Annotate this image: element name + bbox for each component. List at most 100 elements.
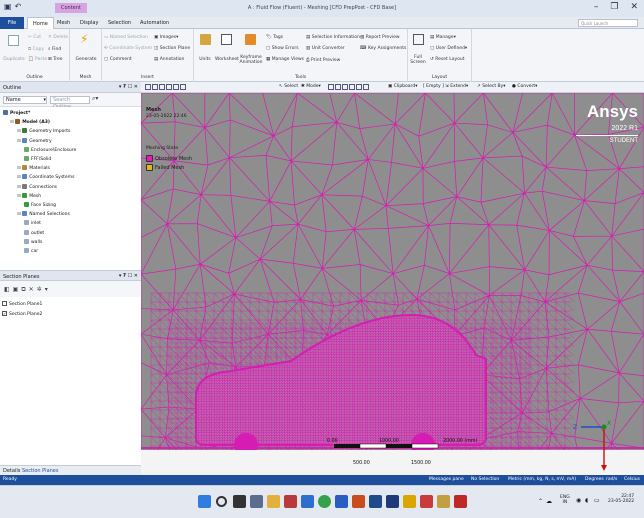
status-units[interactable]: Metric (mm, kg, N, s, mV, mA)	[508, 477, 576, 482]
annotation-button[interactable]: ▤ Annotation	[154, 57, 184, 62]
tab-home[interactable]: Home	[27, 17, 54, 29]
minimize-button[interactable]: –	[594, 2, 599, 12]
tags-button[interactable]: 🏷 Tags	[266, 35, 283, 40]
manage-views-button[interactable]: ▦ Manage Views	[266, 57, 304, 62]
tree-item[interactable]: ⊟ Geometry	[17, 137, 52, 144]
filter-options-icon[interactable]: ⌕▾	[92, 95, 98, 103]
status-messages[interactable]: Messages pane	[429, 477, 464, 482]
section-planes-pin-controls[interactable]: ▾ ₮ ☐ ✕	[119, 273, 138, 279]
delete-section-icon[interactable]: ✕	[29, 286, 34, 294]
cloud-icon[interactable]: ☁	[546, 498, 552, 505]
user-defined-button[interactable]: ▢ User Defined▾	[430, 46, 467, 51]
worksheet-button[interactable]: Worksheet	[214, 57, 240, 62]
volume-icon[interactable]: ◖	[585, 497, 588, 504]
tab-selection[interactable]: Selection	[103, 17, 136, 29]
comment-button[interactable]: ▢ Comment	[104, 57, 132, 62]
tree-item[interactable]: outlet	[24, 229, 44, 236]
select-by-button[interactable]: ↗ Select By▾	[477, 84, 506, 89]
section-plane-item[interactable]: ✓ Section Plane2	[2, 311, 42, 317]
app-icon-red[interactable]	[420, 495, 433, 508]
tree-item[interactable]: FFF\Solid	[24, 156, 51, 162]
start-icon[interactable]	[198, 495, 211, 508]
tree-item[interactable]: ⊟ Geometry Imports	[17, 128, 70, 134]
cut-button[interactable]: ✂ Cut	[28, 35, 41, 40]
node-filter-icon[interactable]	[356, 84, 362, 90]
section-more-icon[interactable]: ▾	[45, 286, 48, 294]
ansys-meshing-icon[interactable]	[403, 495, 416, 508]
face-filter-icon[interactable]	[342, 84, 348, 90]
zoom-box-icon[interactable]	[173, 84, 179, 90]
tray-chevron-icon[interactable]: ⌃	[538, 498, 543, 505]
select-button[interactable]: ↖ Select	[279, 84, 298, 89]
widgets-icon[interactable]	[250, 495, 263, 508]
search-icon[interactable]	[216, 496, 227, 507]
extend-button[interactable]: ⇲ Extend▾	[445, 84, 468, 89]
file-explorer-icon[interactable]	[267, 495, 280, 508]
units-button[interactable]: Units	[194, 57, 216, 62]
copy-section-icon[interactable]: ⧉	[21, 286, 25, 294]
name-filter-select[interactable]: Name ▾	[3, 96, 47, 104]
print-preview-button[interactable]: ⎙ Print Preview	[306, 57, 340, 63]
clipboard-button[interactable]: ▣ Clipboard▾	[388, 84, 417, 89]
acrobat-icon[interactable]	[454, 495, 467, 508]
tree-item[interactable]: Enclosure\Enclosure	[24, 146, 76, 153]
selection-filter-icons[interactable]	[328, 84, 370, 91]
manage-layout-button[interactable]: ▤ Manage▾	[430, 35, 456, 40]
tab-display[interactable]: Display	[75, 17, 103, 29]
pan-icon[interactable]	[166, 84, 172, 90]
paste-button[interactable]: 📋 Paste	[28, 57, 47, 62]
search-outline-input[interactable]: Search Outline	[50, 96, 90, 110]
language-indicator[interactable]: ENG IN	[560, 495, 570, 505]
tab-mesh[interactable]: Mesh	[52, 17, 75, 29]
keyframe-animation-button[interactable]: Keyframe Animation	[239, 55, 263, 65]
delete-button[interactable]: ✕ Delete	[48, 35, 68, 40]
settings-icon[interactable]: ✲	[37, 286, 42, 294]
word-icon[interactable]	[335, 495, 348, 508]
status-degrees[interactable]: Degrees	[585, 477, 604, 482]
mode-button[interactable]: ✱ Mode▾	[301, 84, 321, 89]
coordinate-system-button[interactable]: ✣ Coordinate System	[104, 46, 152, 51]
ansys-workbench-icon[interactable]	[369, 495, 382, 508]
outlook-icon[interactable]	[301, 495, 314, 508]
tree-item[interactable]: ⊟ Materials	[17, 165, 50, 171]
status-celsius[interactable]: Celsius	[624, 477, 640, 482]
element-filter-icon[interactable]	[363, 84, 369, 90]
outline-pin-controls[interactable]: ▾ ₮ ☐ ✕	[119, 84, 138, 90]
fit-icon[interactable]	[180, 84, 186, 90]
mesh-canvas[interactable]: 0.00 1000.00 2000.00 (mm) 500.00 1500.00 Z X	[141, 93, 644, 475]
tree-item[interactable]: Project*	[3, 110, 30, 116]
convert-button[interactable]: ● Convert▾	[512, 84, 537, 89]
named-selection-button[interactable]: ▭ Named Selection	[104, 35, 148, 40]
view-tool-icons[interactable]	[145, 84, 187, 91]
chrome-icon[interactable]	[318, 495, 331, 508]
report-preview-button[interactable]: ▧ Report Preview	[360, 35, 400, 40]
powerpoint-icon[interactable]	[352, 495, 365, 508]
find-button[interactable]: ⌕ Find	[48, 46, 61, 52]
selection-information-button[interactable]: ▤ Selection Information	[306, 35, 360, 40]
tree-item[interactable]: inlet	[24, 220, 41, 226]
section-plane-checkbox[interactable]: ✓	[2, 311, 7, 316]
zoom-icon[interactable]	[145, 84, 151, 90]
status-rads[interactable]: rad/s	[606, 477, 617, 482]
edit-section-icon[interactable]: ▣	[13, 286, 19, 294]
reset-layout-button[interactable]: ↺ Reset Layout	[430, 57, 465, 62]
tree-item[interactable]: ⊟ Model (A3)	[10, 119, 50, 125]
tree-item[interactable]: walls	[24, 238, 42, 245]
restore-button[interactable]: ❐	[610, 2, 618, 12]
tree-item[interactable]: ⊟ Named Selections	[17, 211, 70, 217]
new-section-icon[interactable]: ◧	[4, 286, 10, 294]
section-plane-item[interactable]: Section Plane1	[2, 301, 42, 307]
tree-item[interactable]: ⊟ Connections	[17, 183, 57, 190]
unit-converter-button[interactable]: ▥ Unit Converter	[306, 46, 345, 51]
clock[interactable]: 22:47 23-05-2022	[608, 494, 634, 504]
tab-automation[interactable]: Automation	[135, 17, 174, 29]
rotate-icon[interactable]	[159, 84, 165, 90]
tree-item[interactable]: car	[24, 248, 38, 254]
zoom-fit-icon[interactable]	[152, 84, 158, 90]
show-errors-button[interactable]: ▢ Show Errors	[266, 46, 299, 51]
tree-item[interactable]: ⊟ Coordinate Systems	[17, 174, 74, 180]
task-view-icon[interactable]	[233, 495, 246, 508]
tab-file[interactable]: File	[0, 17, 24, 29]
tree-button[interactable]: ⊞ Tree	[48, 57, 63, 62]
body-filter-icon[interactable]	[349, 84, 355, 90]
